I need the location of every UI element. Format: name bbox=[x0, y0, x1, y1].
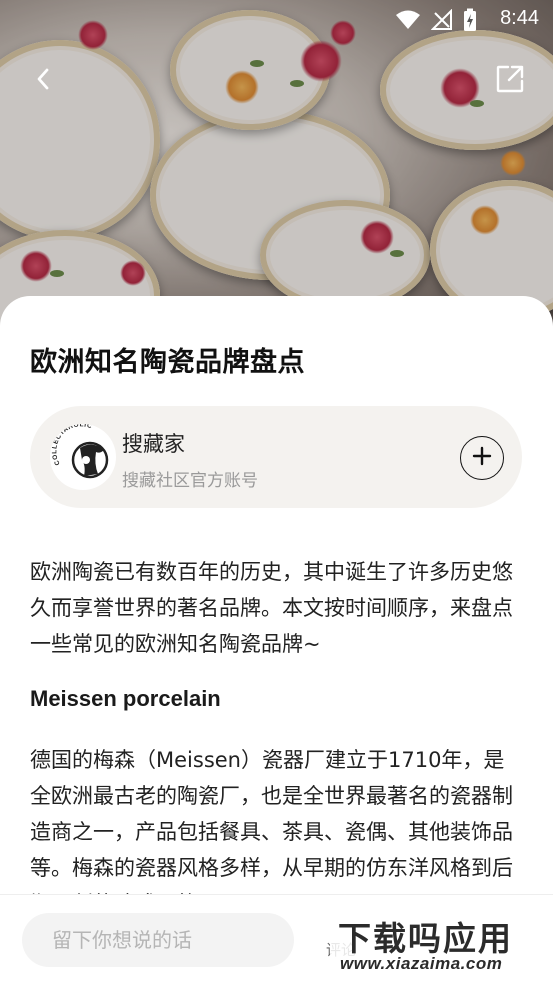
author-avatar[interactable]: COLLECTAHOLIC bbox=[50, 424, 116, 490]
section-heading: Meissen porcelain bbox=[30, 686, 221, 711]
author-description: 搜藏社区官方账号 bbox=[122, 471, 258, 491]
follow-button[interactable] bbox=[460, 436, 504, 480]
plus-icon bbox=[472, 446, 492, 470]
chevron-left-icon bbox=[34, 67, 52, 95]
watermark-title: 下载吗应用 bbox=[338, 919, 513, 958]
article-title: 欧洲知名陶瓷品牌盘点 bbox=[30, 347, 305, 378]
back-button[interactable] bbox=[26, 64, 60, 98]
wifi-icon bbox=[395, 10, 421, 34]
share-button[interactable] bbox=[493, 64, 527, 98]
watermark: 下载吗应用 www.xiazaima.com bbox=[330, 906, 550, 978]
no-signal-icon bbox=[430, 8, 453, 35]
battery-charging-icon bbox=[463, 8, 477, 36]
comment-input[interactable] bbox=[22, 913, 294, 967]
article-intro: 欧洲陶瓷已有数百年的历史，其中诞生了许多历史悠久而享誉世界的著名品牌。本文按时间… bbox=[30, 560, 513, 656]
author-name: 搜藏家 bbox=[122, 432, 185, 456]
external-link-icon bbox=[495, 64, 525, 98]
article-content: 欧洲知名陶瓷品牌盘点 COLLECTAHOLIC 搜藏家 搜藏社区官方账号 欧洲… bbox=[0, 296, 553, 916]
status-time: 8:44 bbox=[500, 7, 539, 29]
author-card[interactable]: COLLECTAHOLIC 搜藏家 搜藏社区官方账号 bbox=[30, 406, 522, 508]
section-body: 德国的梅森（Meissen）瓷器厂建立于1710年，是全欧洲最古老的陶瓷厂，也是… bbox=[30, 748, 513, 916]
article-cover-image bbox=[0, 0, 553, 330]
status-bar: 8:44 bbox=[0, 0, 553, 38]
watermark-url: www.xiazaima.com bbox=[340, 954, 503, 973]
